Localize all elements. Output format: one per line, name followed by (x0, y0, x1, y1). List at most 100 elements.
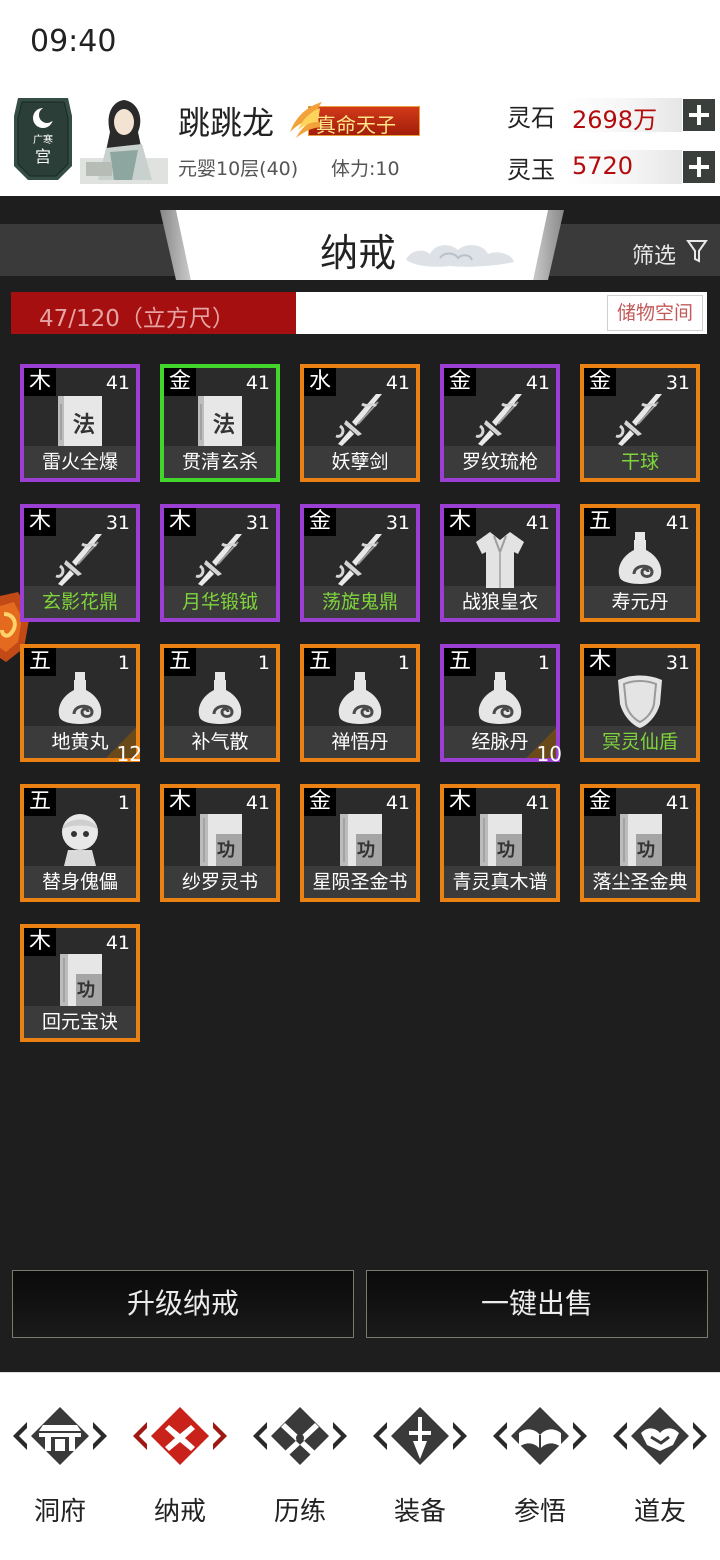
item-element-tag: 木 (24, 508, 56, 536)
nav-item[interactable]: 历练 (240, 1373, 360, 1560)
item-element-tag: 木 (584, 648, 616, 676)
crossed-swords-icon (249, 1401, 351, 1471)
item-name: 雷火全爆 (24, 446, 136, 478)
item-element-tag: 金 (304, 508, 336, 536)
nav-item[interactable]: 道友 (600, 1373, 720, 1560)
item-element-tag: 金 (584, 368, 616, 396)
technique-scroll-icon: 法 (192, 390, 248, 450)
pill-gourd-icon (612, 530, 668, 590)
inventory-item[interactable]: 五 1 替身傀儡 (20, 784, 140, 902)
item-element-tag: 五 (24, 788, 56, 816)
filter-funnel-icon[interactable] (686, 238, 708, 264)
open-book-icon (489, 1401, 591, 1471)
player-header: 广寒 宫 跳跳龙 真命天子 元婴10层(40) 体力:10 灵石 2698万 灵… (0, 84, 720, 196)
item-element-tag: 木 (444, 508, 476, 536)
item-level: 31 (665, 652, 690, 674)
inventory-item[interactable]: 法金 41 贯清玄杀 (160, 364, 280, 482)
inventory-item[interactable]: 金 41 罗纹琉枪 (440, 364, 560, 482)
svg-text:法: 法 (213, 412, 235, 438)
item-element-tag: 木 (444, 788, 476, 816)
filter-button[interactable]: 筛选 (632, 238, 676, 270)
nav-item[interactable]: 洞府 (0, 1373, 120, 1560)
item-level: 31 (385, 512, 410, 534)
inventory-item[interactable]: 五 1 禅悟丹 (300, 644, 420, 762)
gate-icon (9, 1401, 111, 1471)
item-name: 纱罗灵书 (164, 866, 276, 898)
item-name: 寿元丹 (584, 586, 696, 618)
item-level: 1 (117, 652, 130, 674)
currency-label: 灵玉 (507, 156, 555, 184)
currency-label: 灵石 (507, 104, 555, 132)
skill-book-icon: 功 (52, 950, 108, 1010)
item-level: 31 (105, 512, 130, 534)
inventory-item[interactable]: 法木 41 雷火全爆 (20, 364, 140, 482)
shield-icon (612, 670, 668, 730)
inventory-item[interactable]: 五 1 经脉丹 10 (440, 644, 562, 766)
inventory-item[interactable]: 功 木 41 回元宝诀 (20, 924, 140, 1042)
inventory-item[interactable]: 五 1 补气散 (160, 644, 280, 762)
inventory-item[interactable]: 功 金 41 星陨圣金书 (300, 784, 420, 902)
item-level: 41 (525, 512, 550, 534)
item-name: 星陨圣金书 (304, 866, 416, 898)
svg-text:宫: 宫 (35, 147, 51, 166)
avatar[interactable] (80, 92, 168, 184)
item-level: 1 (257, 652, 270, 674)
inventory-item[interactable]: 木 41 战狼皇衣 (440, 504, 560, 622)
upgrade-ring-button[interactable]: 升级纳戒 (12, 1270, 354, 1338)
item-element-tag: 水 (304, 368, 336, 396)
sword-icon (332, 390, 388, 450)
sell-all-button[interactable]: 一键出售 (366, 1270, 708, 1338)
inventory-item[interactable]: 功 金 41 落尘圣金典 (580, 784, 700, 902)
item-level: 1 (537, 652, 550, 674)
item-level: 41 (105, 932, 130, 954)
inventory-item[interactable]: 金 31 干球 (580, 364, 700, 482)
inventory-item[interactable]: 五 41 寿元丹 (580, 504, 700, 622)
item-element-tag: 五 (584, 508, 616, 536)
nav-label: 洞府 (33, 1497, 86, 1527)
item-element-tag: 五 (24, 648, 56, 676)
svg-text:功: 功 (217, 840, 235, 861)
inventory-item[interactable]: 木 31 冥灵仙盾 (580, 644, 700, 762)
inventory-item[interactable]: 金 31 荡旋鬼鼎 (300, 504, 420, 622)
tab-title: 纳戒 (320, 231, 397, 275)
close-x-icon (129, 1401, 231, 1471)
pill-gourd-icon (332, 670, 388, 730)
nav-item[interactable]: 装备 (360, 1373, 480, 1560)
skill-book-icon: 功 (192, 810, 248, 870)
inventory-item[interactable]: 功 木 41 青灵真木谱 (440, 784, 560, 902)
item-element-tag: 木 (24, 368, 56, 396)
storage-space-button[interactable]: 储物空间 (607, 295, 703, 331)
inventory-item[interactable]: 木 31 玄影花鼎 (20, 504, 140, 622)
svg-text:功: 功 (77, 980, 95, 1001)
inventory-item[interactable]: 功 木 41 纱罗灵书 (160, 784, 280, 902)
item-level: 41 (385, 372, 410, 394)
svg-text:功: 功 (497, 840, 515, 861)
nav-label: 参悟 (513, 1497, 566, 1527)
item-name: 罗纹琉枪 (444, 446, 556, 478)
inventory-item[interactable]: 五 1 地黄丸 12 (20, 644, 142, 766)
item-element-tag: 金 (304, 788, 336, 816)
sword-icon (472, 390, 528, 450)
item-name: 青灵真木谱 (444, 866, 556, 898)
nav-item[interactable]: 参悟 (480, 1373, 600, 1560)
title-badge: 真命天子 (282, 98, 422, 140)
item-level: 41 (525, 372, 550, 394)
capacity-bar: 47/120（立方尺） 储物空间 (11, 292, 707, 334)
item-name: 贯清玄杀 (164, 446, 276, 478)
item-name: 替身傀儡 (24, 866, 136, 898)
inventory-item[interactable]: 水 41 妖孽剑 (300, 364, 420, 482)
add-lingyu-button[interactable] (683, 151, 715, 183)
add-lingshi-button[interactable] (683, 99, 715, 131)
sword-down-icon (369, 1401, 471, 1471)
title-badge-text: 真命天子 (316, 113, 396, 137)
player-name: 跳跳龙 (178, 104, 275, 142)
sect-emblem-icon[interactable]: 广寒 宫 (14, 96, 72, 182)
currency-lingshi: 灵石 2698万 (507, 96, 717, 136)
inventory-item[interactable]: 木 31 月华锻钺 (160, 504, 280, 622)
technique-scroll-icon: 法 (52, 390, 108, 450)
item-level: 41 (665, 792, 690, 814)
nav-item[interactable]: 纳戒 (120, 1373, 240, 1560)
sword-icon (332, 530, 388, 590)
item-level: 1 (117, 792, 130, 814)
sword-icon (192, 530, 248, 590)
